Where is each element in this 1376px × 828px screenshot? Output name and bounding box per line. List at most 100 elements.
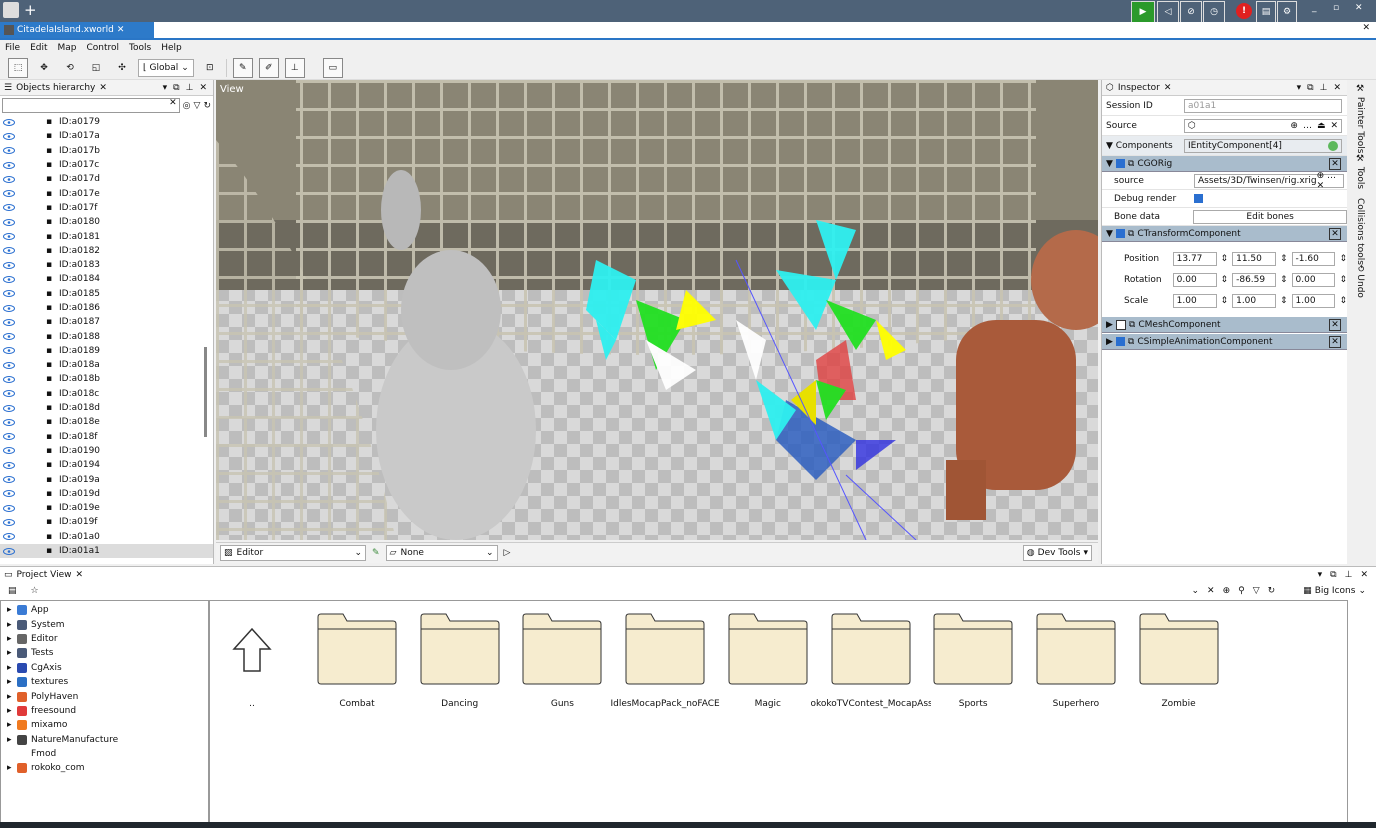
visibility-eye-icon[interactable] [3, 132, 15, 140]
hierarchy-row[interactable]: ▪ ID:a018c [0, 387, 213, 401]
hierarchy-row[interactable]: ▪ ID:a017c [0, 158, 213, 172]
tree-view-icon[interactable]: ▤ [8, 586, 17, 596]
close-hierarchy-icon[interactable]: ✕ [99, 83, 107, 93]
spin-icon[interactable]: ⇕ [1280, 254, 1288, 264]
project-tree-item[interactable]: ▸ App [1, 603, 208, 617]
cgorig-header[interactable]: ▼ ⧉ CGORig ✕ [1102, 156, 1347, 172]
panel-menu-icon[interactable]: ▾ [1318, 570, 1323, 580]
visibility-eye-icon[interactable] [3, 533, 15, 541]
expand-arrow-icon[interactable]: ▼ [1106, 159, 1113, 169]
hierarchy-row[interactable]: ▪ ID:a018b [0, 372, 213, 386]
stats-icon[interactable]: ▤ [1256, 1, 1276, 23]
hierarchy-row[interactable]: ▪ ID:a019f [0, 515, 213, 529]
position-x-input[interactable]: 13.77 [1172, 251, 1217, 266]
hierarchy-row[interactable]: ▪ ID:a018f [0, 430, 213, 444]
folder-item[interactable]: IdlesMocapPack_noFACE [610, 613, 720, 709]
refresh-icon[interactable]: ↻ [203, 101, 211, 111]
panel-menu-icon[interactable]: ▾ [1297, 83, 1302, 93]
hierarchy-scrollbar[interactable] [204, 347, 207, 437]
scale-tool-icon[interactable]: ◱ [86, 58, 106, 78]
rotation-x-input[interactable]: 0.00 [1172, 272, 1217, 287]
hierarchy-row[interactable]: ▪ ID:a0187 [0, 315, 213, 329]
scene-viewport[interactable]: View [216, 80, 1098, 540]
scale-y-input[interactable]: 1.00 [1232, 293, 1276, 308]
hierarchy-row[interactable]: ▪ ID:a018e [0, 415, 213, 429]
position-y-input[interactable]: 11.50 [1232, 251, 1276, 266]
remove-component-icon[interactable]: ✕ [1329, 335, 1341, 348]
visibility-eye-icon[interactable] [3, 318, 15, 326]
rotation-z-input[interactable]: 0.00 [1291, 272, 1336, 287]
coordinate-space-select[interactable]: ⌊ Global ⌄ [138, 58, 194, 77]
hierarchy-search-input[interactable]: ✕ [2, 98, 180, 113]
visibility-eye-icon[interactable] [3, 261, 15, 269]
remove-component-icon[interactable]: ✕ [1329, 318, 1341, 331]
hierarchy-row[interactable]: ▪ ID:a0194 [0, 458, 213, 472]
visibility-eye-icon[interactable] [3, 461, 15, 469]
expand-arrow-icon[interactable]: ▸ [7, 648, 13, 658]
visibility-eye-icon[interactable] [3, 304, 15, 312]
scale-z-input[interactable]: 1.00 [1291, 293, 1336, 308]
panel-menu-icon[interactable]: ▾ [163, 83, 168, 93]
visibility-eye-icon[interactable] [3, 161, 15, 169]
hierarchy-row[interactable]: ▪ ID:a01a0 [0, 530, 213, 544]
expand-arrow-icon[interactable]: ▸ [7, 634, 13, 644]
folder-item[interactable]: okokoTVContest_MocapAsse [811, 613, 931, 709]
pin-camera-icon[interactable]: ✎ [372, 548, 380, 558]
stop-icon[interactable]: ⊘ [1180, 1, 1202, 23]
visibility-eye-icon[interactable] [3, 290, 15, 298]
add-tab-icon[interactable]: + [24, 1, 37, 19]
target-icon[interactable]: ◎ [183, 101, 191, 111]
play-camera-icon[interactable]: ▷ [504, 548, 511, 558]
hierarchy-row[interactable]: ▪ ID:a01a1 [0, 543, 213, 559]
folder-item[interactable]: Guns [522, 613, 602, 709]
expand-arrow-icon[interactable]: ▸ [7, 706, 13, 716]
history-chevron-icon[interactable]: ⌄ [1191, 586, 1199, 596]
expand-arrow-icon[interactable]: ▸ [7, 605, 13, 615]
project-tree-item[interactable]: Fmod [1, 747, 208, 761]
favorites-star-icon[interactable]: ☆ [31, 586, 39, 596]
visibility-eye-icon[interactable] [3, 190, 15, 198]
project-tree-item[interactable]: ▸ System [1, 617, 208, 631]
hierarchy-row[interactable]: ▪ ID:a0188 [0, 329, 213, 343]
more-icon[interactable]: ⊕ … ✕ [1317, 171, 1340, 191]
timer-icon[interactable]: ◷ [1203, 1, 1225, 23]
hierarchy-row[interactable]: ▪ ID:a0185 [0, 287, 213, 301]
visibility-eye-icon[interactable] [3, 504, 15, 512]
expand-arrow-icon[interactable]: ▶ [1106, 337, 1113, 347]
view-mode-select[interactable]: ▦ Big Icons ⌄ [1303, 586, 1366, 596]
enabled-checkbox[interactable] [1115, 159, 1125, 168]
visibility-eye-icon[interactable] [3, 490, 15, 498]
folder-item[interactable]: Sports [933, 613, 1013, 709]
project-tree-item[interactable]: ▸ textures [1, 675, 208, 689]
visibility-eye-icon[interactable] [3, 118, 15, 126]
folder-item[interactable]: Superhero [1036, 613, 1116, 709]
edit-terrain-icon[interactable]: ✎ [232, 57, 253, 78]
expand-arrow-icon[interactable]: ▸ [7, 720, 13, 730]
position-z-input[interactable]: -1.60 [1291, 251, 1336, 266]
project-tree-item[interactable]: ▸ CgAxis [1, 661, 208, 675]
edit-bones-button[interactable]: Edit bones [1193, 209, 1347, 224]
menu-map[interactable]: Map [58, 43, 77, 53]
visibility-eye-icon[interactable] [3, 518, 15, 526]
upload-icon[interactable]: ⏏ [1317, 121, 1326, 131]
visibility-eye-icon[interactable] [3, 218, 15, 226]
clear-search-icon[interactable]: ✕ [169, 98, 177, 108]
hierarchy-row[interactable]: ▪ ID:a017d [0, 172, 213, 186]
visibility-eye-icon[interactable] [3, 233, 15, 241]
folder-item[interactable]: Dancing [420, 613, 500, 709]
locate-icon[interactable]: ⊕ [1223, 586, 1231, 596]
expand-arrow-icon[interactable]: ▸ [7, 677, 13, 687]
expand-arrow-icon[interactable]: ▸ [7, 692, 13, 702]
spin-icon[interactable]: ⇕ [1280, 275, 1288, 285]
panel-close-icon[interactable]: ✕ [1360, 570, 1368, 580]
move-tool-icon[interactable]: ✥ [34, 58, 54, 78]
spin-icon[interactable]: ⇕ [1339, 275, 1347, 285]
hierarchy-row[interactable]: ▪ ID:a019e [0, 501, 213, 515]
project-tree-item[interactable]: ▸ freesound [1, 704, 208, 718]
menu-edit[interactable]: Edit [30, 43, 47, 53]
hierarchy-row[interactable]: ▪ ID:a0182 [0, 244, 213, 258]
hierarchy-row[interactable]: ▪ ID:a017f [0, 201, 213, 215]
visibility-eye-icon[interactable] [3, 247, 15, 255]
hierarchy-row[interactable]: ▪ ID:a0190 [0, 444, 213, 458]
expand-arrow-icon[interactable]: ▼ [1106, 229, 1113, 239]
